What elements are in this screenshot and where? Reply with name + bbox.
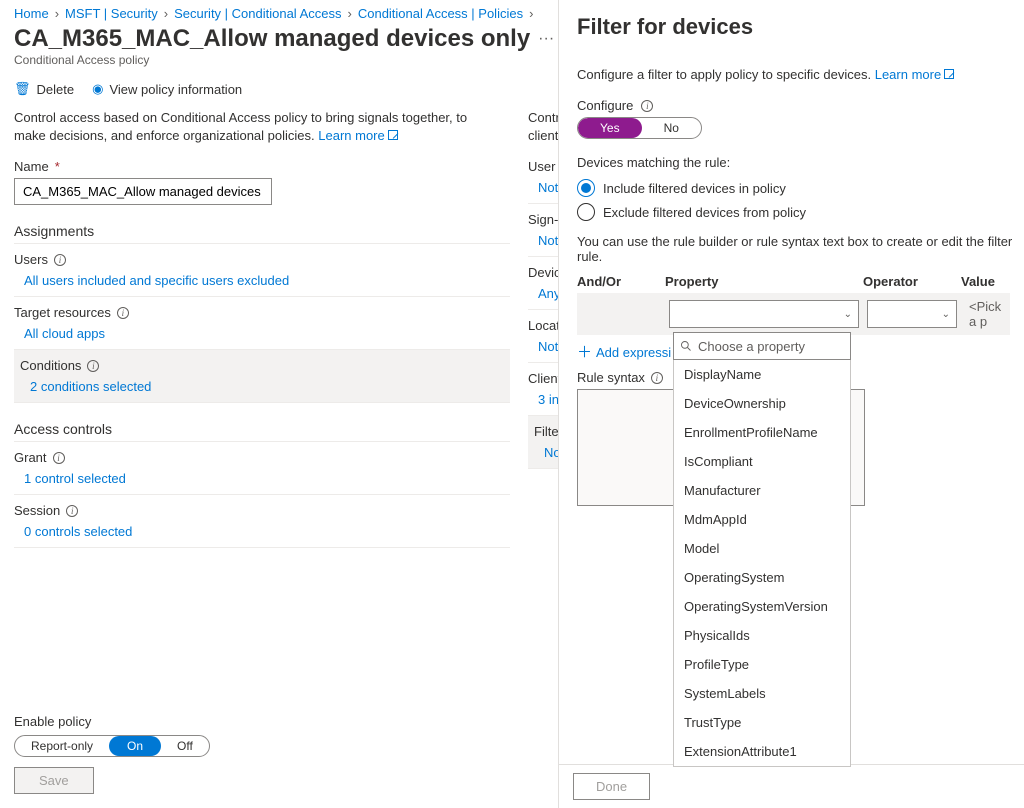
col-property: Property [665, 274, 855, 289]
col-value: Value [961, 274, 1010, 289]
plus-icon: ＋ [577, 345, 592, 360]
assignments-heading: Assignments [14, 223, 510, 244]
property-search-input[interactable]: Choose a property [673, 332, 851, 360]
property-option[interactable]: DisplayName [674, 360, 850, 389]
value-placeholder[interactable]: <Pick a p [965, 299, 1006, 329]
property-option[interactable]: MdmAppId [674, 505, 850, 534]
chevron-right-icon: › [55, 6, 59, 21]
breadcrumb-item[interactable]: Security | Conditional Access [174, 6, 341, 21]
target-resources-setting[interactable]: Target resources All cloud apps [14, 297, 510, 350]
trash-icon: 🗑 [14, 81, 31, 97]
view-info-label: View policy information [109, 82, 242, 97]
include-radio[interactable]: Include filtered devices in policy [577, 176, 1024, 200]
property-list[interactable]: DisplayNameDeviceOwnershipEnrollmentProf… [673, 360, 851, 767]
blade-title: Filter for devices [577, 14, 1024, 40]
grant-value[interactable]: 1 control selected [24, 471, 500, 486]
property-dropdown[interactable]: ⌄ [669, 300, 859, 328]
conditions-setting[interactable]: Conditions 2 conditions selected [14, 350, 510, 403]
breadcrumb-item[interactable]: MSFT | Security [65, 6, 158, 21]
property-option[interactable]: OperatingSystem [674, 563, 850, 592]
include-label: Include filtered devices in policy [603, 181, 786, 196]
eye-icon: ◉ [92, 81, 103, 97]
exclude-radio[interactable]: Exclude filtered devices from policy [577, 200, 1024, 224]
grant-setting[interactable]: Grant 1 control selected [14, 442, 510, 495]
enable-policy-label: Enable policy [14, 714, 544, 729]
toggle-on[interactable]: On [109, 736, 161, 756]
breadcrumb-item[interactable]: Conditional Access | Policies [358, 6, 523, 21]
search-placeholder: Choose a property [698, 339, 805, 354]
property-option[interactable]: Model [674, 534, 850, 563]
toggle-off[interactable]: Off [161, 736, 209, 756]
property-option[interactable]: PhysicalIds [674, 621, 850, 650]
match-rule-label: Devices matching the rule: [577, 155, 1024, 170]
chevron-down-icon: ⌄ [942, 309, 950, 320]
chevron-right-icon: › [348, 6, 352, 21]
delete-button[interactable]: 🗑 Delete [14, 81, 74, 97]
learn-more-link[interactable]: Learn more [318, 128, 397, 143]
configure-no[interactable]: No [642, 118, 701, 138]
property-option[interactable]: EnrollmentProfileName [674, 418, 850, 447]
users-setting[interactable]: Users All users included and specific us… [14, 244, 510, 297]
col-andor: And/Or [577, 274, 657, 289]
page-title: CA_M365_MAC_Allow managed devices only [14, 25, 530, 53]
breadcrumb-item[interactable]: Home [14, 6, 49, 21]
info-icon[interactable] [53, 452, 65, 464]
learn-more-link[interactable]: Learn more [875, 67, 954, 82]
rule-hint: You can use the rule builder or rule syn… [577, 234, 1024, 264]
operator-dropdown[interactable]: ⌄ [867, 300, 957, 328]
info-icon[interactable] [117, 307, 129, 319]
resources-value[interactable]: All cloud apps [24, 326, 500, 341]
radio-icon [577, 203, 595, 221]
exclude-label: Exclude filtered devices from policy [603, 205, 806, 220]
chevron-right-icon: › [164, 6, 168, 21]
conditions-value[interactable]: 2 conditions selected [30, 379, 500, 394]
info-icon[interactable] [651, 372, 663, 384]
access-controls-heading: Access controls [14, 421, 510, 442]
session-setting[interactable]: Session 0 controls selected [14, 495, 510, 548]
more-actions-button[interactable]: ··· [538, 30, 554, 48]
property-option[interactable]: Manufacturer [674, 476, 850, 505]
users-value[interactable]: All users included and specific users ex… [24, 273, 500, 288]
property-option[interactable]: DeviceOwnership [674, 389, 850, 418]
policy-description: Control access based on Conditional Acce… [14, 109, 510, 145]
property-option[interactable]: IsCompliant [674, 447, 850, 476]
blade-description: Configure a filter to apply policy to sp… [577, 66, 1024, 84]
view-policy-info-button[interactable]: ◉ View policy information [92, 81, 242, 97]
enable-policy-toggle[interactable]: Report-only On Off [14, 735, 210, 757]
done-button[interactable]: Done [573, 773, 650, 800]
radio-icon [577, 179, 595, 197]
toggle-report-only[interactable]: Report-only [15, 736, 109, 756]
configure-yes[interactable]: Yes [578, 118, 642, 138]
property-dropdown-popup: Choose a property DisplayNameDeviceOwner… [673, 332, 851, 767]
external-link-icon [944, 69, 954, 79]
external-link-icon [388, 130, 398, 140]
save-button[interactable]: Save [14, 767, 94, 794]
add-expression-button[interactable]: ＋Add expressi [577, 345, 671, 360]
info-icon[interactable] [641, 100, 653, 112]
configure-toggle[interactable]: Yes No [577, 117, 702, 139]
property-option[interactable]: ProfileType [674, 650, 850, 679]
col-operator: Operator [863, 274, 953, 289]
info-icon[interactable] [66, 505, 78, 517]
info-icon[interactable] [54, 254, 66, 266]
name-label: Name* [14, 159, 510, 174]
rule-syntax-label: Rule syntax [577, 370, 645, 385]
info-icon[interactable] [87, 360, 99, 372]
property-option[interactable]: SystemLabels [674, 679, 850, 708]
property-option[interactable]: OperatingSystemVersion [674, 592, 850, 621]
chevron-down-icon: ⌄ [844, 309, 852, 320]
delete-label: Delete [37, 82, 75, 97]
configure-label: Configure [577, 98, 633, 113]
property-option[interactable]: ExtensionAttribute1 [674, 737, 850, 766]
chevron-right-icon: › [529, 6, 533, 21]
search-icon [680, 340, 692, 352]
property-option[interactable]: TrustType [674, 708, 850, 737]
session-value[interactable]: 0 controls selected [24, 524, 500, 539]
policy-name-input[interactable] [14, 178, 272, 205]
